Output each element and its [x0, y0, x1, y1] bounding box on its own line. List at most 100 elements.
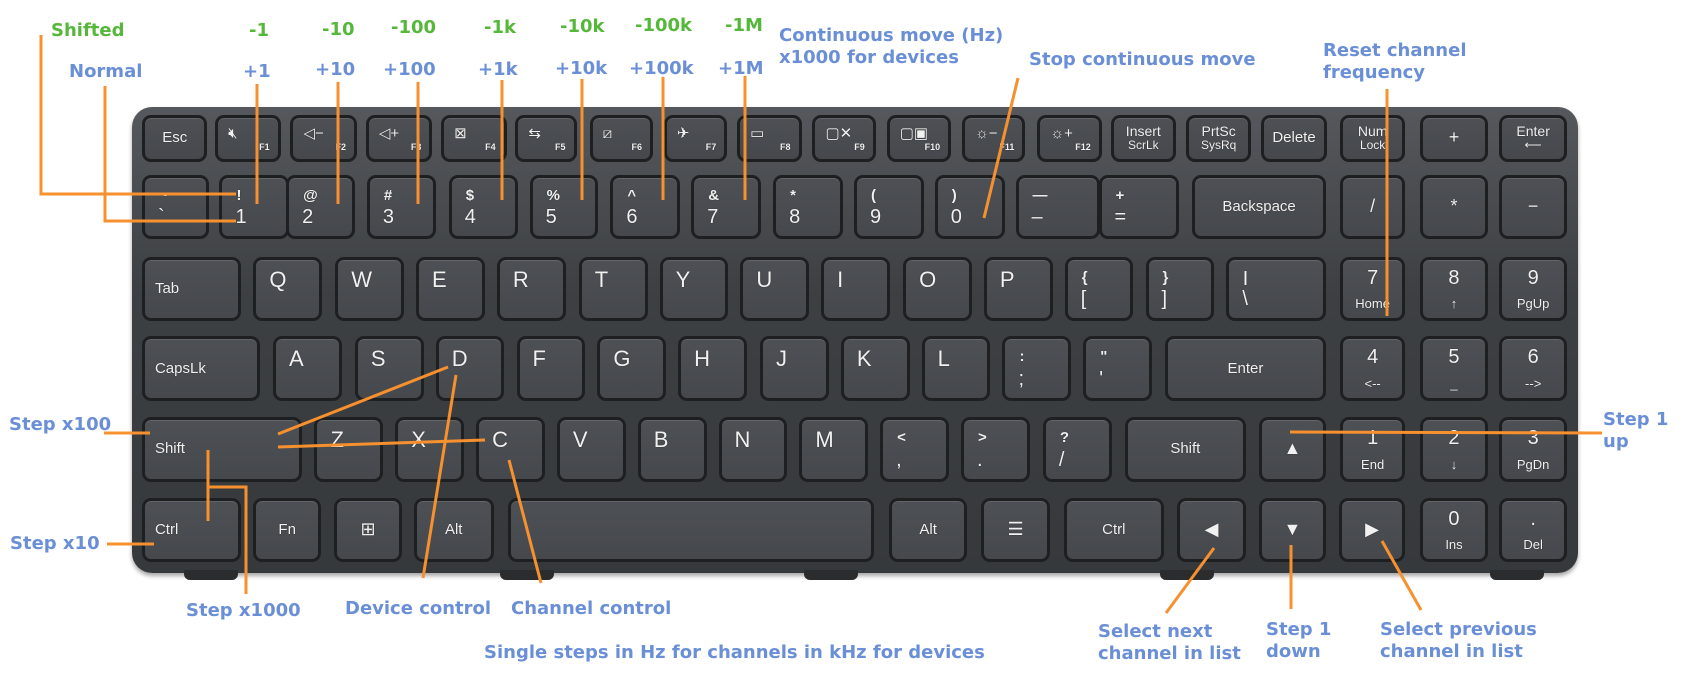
key-h[interactable]: H	[678, 336, 747, 401]
key-legend: Alt	[444, 521, 463, 539]
key-insert[interactable]: Insert ScrLk	[1110, 114, 1177, 162]
key-esc[interactable]: Esc	[141, 114, 208, 162]
key-5[interactable]: % 5	[529, 174, 599, 240]
key-rshift[interactable]: Shift	[1124, 417, 1246, 482]
key-kp-slash[interactable]: /	[1339, 174, 1406, 240]
key-comma[interactable]: <,	[880, 417, 949, 482]
key-prtsc[interactable]: PrtSc SysRq	[1185, 114, 1252, 162]
key-f[interactable]: F	[516, 336, 586, 401]
key-tab[interactable]: Tab	[141, 256, 242, 322]
key-kp4[interactable]: 4 <--	[1339, 336, 1406, 401]
key-equals[interactable]: + =	[1098, 174, 1180, 240]
key-lalt[interactable]: Alt	[413, 497, 494, 563]
key-f1[interactable]: 🔇︎ F1	[215, 114, 281, 162]
key-period[interactable]: >.	[960, 417, 1030, 482]
key-p[interactable]: P	[983, 256, 1053, 322]
key-capslock[interactable]: CapsLk	[141, 336, 260, 401]
key-n[interactable]: N	[718, 417, 788, 482]
key-x[interactable]: X	[395, 417, 465, 482]
key-z[interactable]: Z	[314, 417, 384, 482]
key-y[interactable]: Y	[659, 256, 729, 322]
key-0[interactable]: ) 0	[934, 174, 1005, 240]
key-7[interactable]: & 7	[691, 174, 762, 240]
key-1[interactable]: ! 1	[219, 174, 290, 240]
key-b[interactable]: B	[637, 417, 707, 482]
key-g[interactable]: G	[597, 336, 667, 401]
key-kp0[interactable]: 0 Ins	[1419, 497, 1489, 563]
key-kp2[interactable]: 2 ↓	[1419, 417, 1489, 482]
key-rbracket[interactable]: }]	[1145, 256, 1215, 322]
key-down[interactable]: ▼	[1259, 497, 1326, 563]
key-6[interactable]: ^ 6	[610, 174, 681, 240]
key-backtick[interactable]: ~ `	[141, 174, 209, 240]
key-kp-dot[interactable]: . Del	[1499, 497, 1568, 563]
key-v[interactable]: V	[556, 417, 626, 482]
key-2[interactable]: @2	[286, 174, 355, 240]
key-semicolon[interactable]: :;	[1002, 336, 1072, 401]
key-rctrl[interactable]: Ctrl	[1063, 497, 1165, 563]
key-i[interactable]: I	[821, 256, 890, 322]
key-numlock[interactable]: Num Lock	[1339, 114, 1406, 162]
key-space[interactable]	[507, 497, 874, 563]
key-ralt[interactable]: Alt	[888, 497, 968, 563]
key-kp-minus[interactable]: −	[1499, 174, 1568, 240]
key-quote[interactable]: " '	[1083, 336, 1153, 401]
key-kp6[interactable]: 6 -->	[1499, 336, 1568, 401]
key-kp7[interactable]: 7 Home	[1339, 256, 1406, 322]
key-f11[interactable]: ☼− F11	[962, 114, 1026, 162]
key-kp3[interactable]: 3 PgDn	[1499, 417, 1568, 482]
key-lshift[interactable]: Shift	[141, 417, 303, 482]
key-kp-plus[interactable]: +	[1419, 114, 1489, 162]
key-kp-enter[interactable]: Enter ⟵	[1499, 114, 1568, 162]
key-f7[interactable]: ✈ F7	[663, 114, 728, 162]
key-backslash[interactable]: | \	[1226, 256, 1326, 322]
key-a[interactable]: A	[273, 336, 342, 401]
key-4[interactable]: $4	[448, 174, 518, 240]
key-q[interactable]: Q	[253, 256, 323, 322]
key-lctrl[interactable]: Ctrl	[141, 497, 242, 563]
key-f3[interactable]: ◁+ F3	[365, 114, 433, 162]
key-s[interactable]: S	[354, 336, 424, 401]
key-kp5[interactable]: 5 _	[1419, 336, 1489, 401]
key-left[interactable]: ◀	[1177, 497, 1246, 563]
key-3[interactable]: #3	[366, 174, 436, 240]
key-m[interactable]: M	[799, 417, 869, 482]
key-r[interactable]: R	[496, 256, 566, 322]
key-l[interactable]: L	[921, 336, 991, 401]
key-o[interactable]: O	[903, 256, 972, 322]
key-menu[interactable]: ☰	[980, 497, 1051, 563]
key-f9[interactable]: ▢✕ F9	[812, 114, 876, 162]
key-f5[interactable]: ⇆ F5	[515, 114, 577, 162]
key-delete[interactable]: Delete	[1261, 114, 1327, 162]
key-kp9[interactable]: 9 PgUp	[1499, 256, 1568, 322]
key-w[interactable]: W	[335, 256, 405, 322]
key-minus[interactable]: — –	[1015, 174, 1100, 240]
key-backspace[interactable]: Backspace	[1192, 174, 1326, 240]
key-enter[interactable]: Enter	[1165, 336, 1326, 401]
key-t[interactable]: T	[578, 256, 648, 322]
key-d[interactable]: D	[435, 336, 505, 401]
key-f4[interactable]: ⊠ F4	[441, 114, 507, 162]
key-right[interactable]: ▶	[1338, 497, 1406, 563]
key-win[interactable]: ⊞	[334, 497, 402, 563]
key-f10[interactable]: ▢▣ F10	[886, 114, 952, 162]
key-f12[interactable]: ☼+ F12	[1037, 114, 1102, 162]
key-f8[interactable]: ▭ F8	[737, 114, 802, 162]
key-8[interactable]: * 8	[773, 174, 843, 240]
volume-down-icon: ◁−	[303, 124, 324, 142]
key-fn[interactable]: Fn	[253, 497, 322, 563]
key-f2[interactable]: ◁− F2	[290, 114, 358, 162]
key-c[interactable]: C	[476, 417, 545, 482]
key-kp-star[interactable]: *	[1419, 174, 1489, 240]
key-kp8[interactable]: 8 ↑	[1419, 256, 1489, 322]
key-lbracket[interactable]: {[	[1064, 256, 1134, 322]
key-j[interactable]: J	[760, 336, 829, 401]
key-kp1[interactable]: 1 End	[1339, 417, 1406, 482]
key-f6[interactable]: ⧄ F6	[589, 114, 653, 162]
key-e[interactable]: E	[416, 256, 485, 322]
key-9[interactable]: (9	[853, 174, 924, 240]
key-up[interactable]: ▲	[1259, 417, 1326, 482]
key-k[interactable]: K	[840, 336, 910, 401]
key-slash[interactable]: ? /	[1042, 417, 1112, 482]
key-u[interactable]: U	[740, 256, 810, 322]
